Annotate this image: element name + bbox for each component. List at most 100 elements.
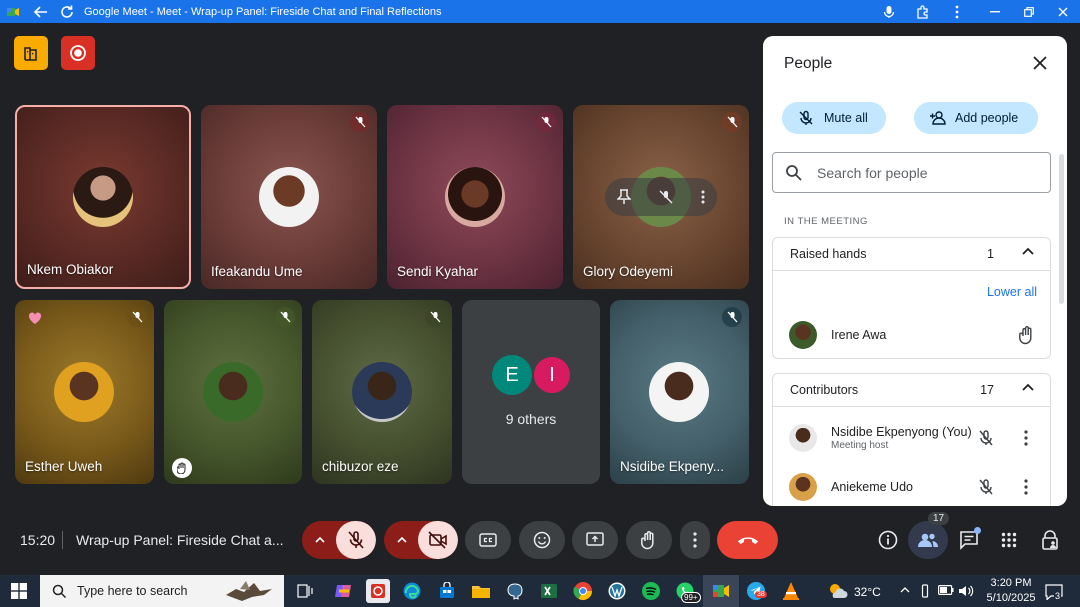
camera-options-button[interactable]	[384, 521, 420, 559]
start-button[interactable]	[11, 583, 27, 599]
battery-icon[interactable]	[938, 585, 954, 595]
lower-all-link[interactable]: Lower all	[987, 285, 1037, 299]
lock-person-icon	[1042, 530, 1058, 550]
vlc-icon[interactable]	[779, 579, 803, 603]
search-input[interactable]	[817, 164, 1037, 181]
add-people-button[interactable]: Add people	[914, 102, 1038, 134]
more-vert-icon[interactable]	[1024, 430, 1028, 446]
extension-icon[interactable]	[906, 0, 940, 23]
raise-hand-button[interactable]	[626, 521, 672, 559]
spotify-icon[interactable]	[639, 579, 663, 603]
wordpress-icon[interactable]	[605, 579, 629, 603]
notifications-button[interactable]: 3	[1045, 584, 1063, 601]
people-panel: People Mute all Add people IN THE MEETIN…	[763, 36, 1067, 506]
weather-icon[interactable]	[828, 582, 848, 600]
host-controls-button[interactable]	[1038, 528, 1062, 552]
participant-name: Nsidibe Ekpeny...	[620, 459, 725, 474]
camera-toggle-button[interactable]	[418, 521, 458, 559]
raised-hand-icon[interactable]	[1019, 325, 1035, 345]
list-item[interactable]: Irene Awa	[773, 315, 1050, 355]
participant-tile[interactable]: chibuzor eze	[312, 300, 452, 484]
pdf-reader-icon[interactable]	[366, 579, 390, 603]
excel-icon[interactable]	[537, 579, 561, 603]
windows-logo-icon	[11, 583, 27, 599]
telegram-icon[interactable]: 38	[744, 579, 768, 603]
panel-scrollbar[interactable]	[1059, 154, 1064, 304]
pin-icon[interactable]	[617, 189, 631, 205]
minimize-icon[interactable]	[978, 0, 1012, 23]
copilot-icon[interactable]	[331, 579, 355, 603]
others-tile[interactable]: E I 9 others	[462, 300, 600, 484]
close-panel-button[interactable]	[1033, 56, 1047, 70]
mic-off-icon[interactable]	[978, 429, 994, 447]
recording-badge[interactable]	[61, 36, 95, 70]
more-vert-icon[interactable]	[1024, 479, 1028, 495]
apps-grid-icon	[1001, 532, 1017, 548]
participant-tile[interactable]: Ifeakandu Ume	[201, 105, 377, 289]
usb-icon[interactable]	[921, 584, 929, 598]
volume-icon[interactable]	[958, 584, 974, 598]
participant-tile[interactable]	[164, 300, 302, 484]
contributors-header[interactable]: Contributors 17	[773, 374, 1050, 407]
activities-button[interactable]	[997, 528, 1021, 552]
chevron-up-icon[interactable]	[900, 587, 910, 593]
file-explorer-icon[interactable]	[469, 579, 493, 603]
more-vert-icon[interactable]	[940, 0, 974, 23]
group-count: 17	[980, 383, 994, 397]
system-time[interactable]: 3:20 PM	[987, 577, 1035, 589]
store-icon[interactable]	[435, 579, 459, 603]
search-people-field[interactable]	[772, 152, 1051, 193]
task-view-icon[interactable]	[293, 579, 317, 603]
participant-tile[interactable]: Nkem Obiakor	[15, 105, 191, 289]
meet-window-icon[interactable]	[709, 579, 733, 603]
reactions-button[interactable]	[519, 521, 565, 559]
others-count-label: 9 others	[505, 411, 557, 427]
mic-toggle-button[interactable]	[336, 521, 376, 559]
restore-icon[interactable]	[1012, 0, 1046, 23]
mic-off-icon[interactable]	[978, 478, 994, 496]
leave-call-button[interactable]	[717, 521, 778, 559]
postgres-icon[interactable]	[503, 579, 527, 603]
mic-off-icon	[127, 307, 147, 327]
participant-tile[interactable]: Esther Uweh	[15, 300, 154, 484]
emoji-icon	[533, 531, 551, 549]
building-icon	[24, 47, 37, 61]
close-window-icon[interactable]	[1046, 0, 1080, 23]
chevron-up-icon[interactable]	[1022, 247, 1034, 255]
mic-off-icon[interactable]	[659, 190, 673, 204]
close-icon	[1033, 56, 1047, 70]
reload-icon[interactable]	[56, 0, 78, 23]
mic-off-icon	[722, 307, 742, 327]
present-button[interactable]	[572, 521, 618, 559]
add-people-label: Add people	[955, 111, 1019, 125]
participant-name: Nkem Obiakor	[27, 262, 114, 277]
edge-browser-icon[interactable]	[400, 579, 424, 603]
chat-button[interactable]	[957, 527, 981, 552]
meeting-details-button[interactable]	[876, 528, 900, 552]
more-options-button[interactable]	[680, 521, 710, 559]
search-icon	[52, 584, 67, 598]
captions-button[interactable]	[465, 521, 511, 559]
participant-name: Glory Odeyemi	[583, 264, 674, 279]
mic-options-button[interactable]	[302, 521, 338, 559]
host-controls-badge[interactable]	[14, 36, 48, 70]
system-date[interactable]: 5/10/2025	[980, 592, 1042, 604]
people-button[interactable]: 17	[908, 512, 950, 559]
temperature[interactable]: 32°C	[854, 585, 881, 599]
participant-tile[interactable]: Glory Odeyemi	[573, 105, 749, 289]
person-role: Meeting host	[831, 440, 889, 451]
mic-control-group	[302, 521, 376, 559]
participant-tile[interactable]: Sendi Kyahar	[387, 105, 563, 289]
raised-hands-header[interactable]: Raised hands 1	[773, 238, 1050, 271]
back-arrow-icon[interactable]	[30, 0, 52, 23]
mute-all-button[interactable]: Mute all	[782, 102, 886, 134]
list-item[interactable]: Nsidibe Ekpenyong (You) Meeting host	[773, 418, 1050, 458]
participant-tile[interactable]: Nsidibe Ekpeny...	[610, 300, 749, 484]
more-vert-icon[interactable]	[701, 190, 705, 204]
whatsapp-icon[interactable]: 99+	[673, 579, 701, 603]
chrome-icon[interactable]	[571, 579, 595, 603]
taskbar-search[interactable]: Type here to search	[40, 575, 284, 607]
mic-indicator-icon[interactable]	[872, 0, 906, 23]
chevron-up-icon[interactable]	[1022, 383, 1034, 391]
list-item[interactable]: Aniekeme Udo	[773, 467, 1050, 506]
